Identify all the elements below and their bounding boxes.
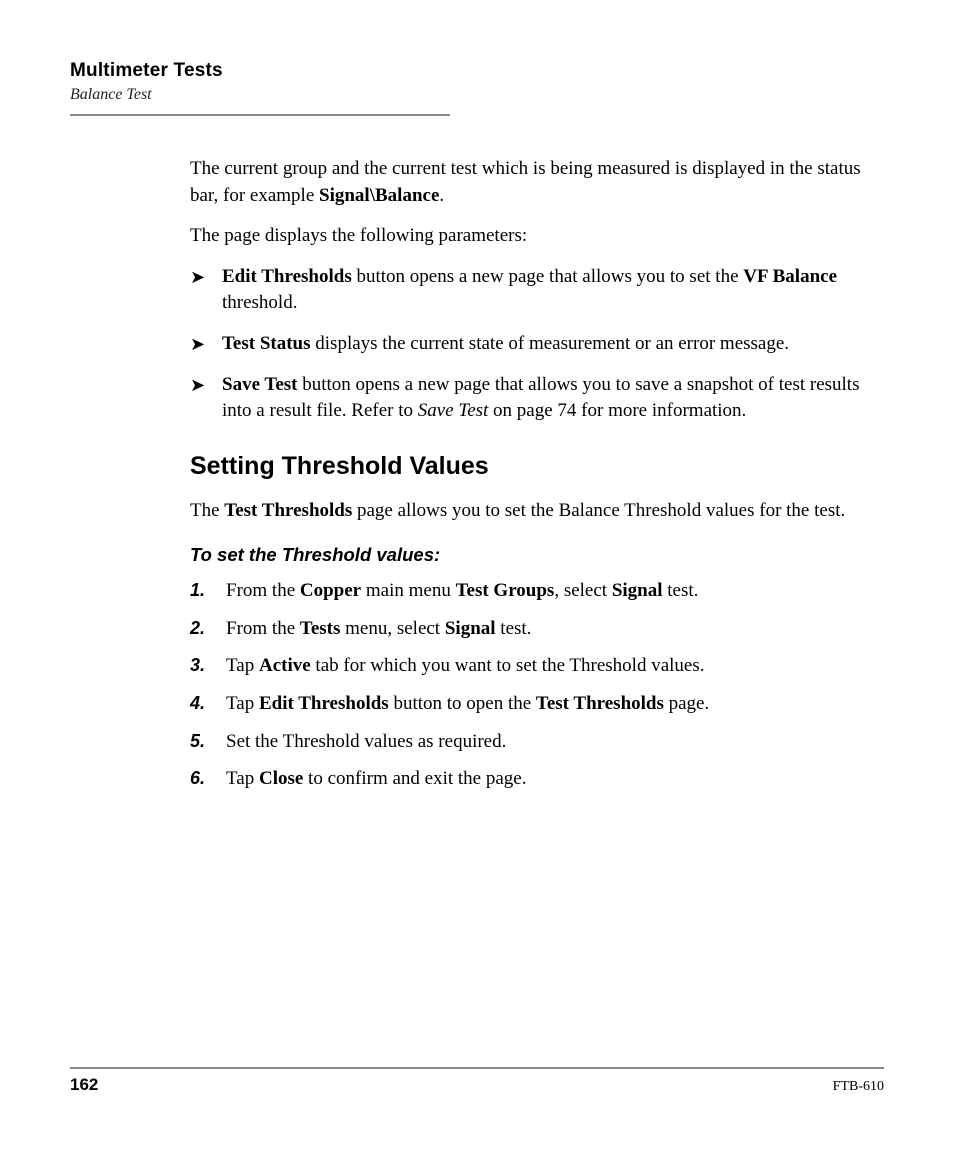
subsection-title: Balance Test [70, 86, 884, 104]
text: The current group and the current test w… [190, 158, 861, 206]
text: main menu [361, 580, 455, 601]
step-number: 6. [190, 766, 205, 791]
footer-row: 162 FTB-610 [70, 1075, 884, 1095]
step-item: 4. Tap Edit Thresholds button to open th… [190, 691, 874, 718]
text: to confirm and exit the page. [303, 768, 526, 789]
step-item: 5. Set the Threshold values as required. [190, 729, 874, 756]
bullet-item: ➤ Edit Thresholds button opens a new pag… [190, 264, 874, 317]
bold-text: Active [259, 655, 311, 676]
text: Tap [226, 693, 259, 714]
document-id: FTB-610 [833, 1079, 884, 1095]
intro-paragraph-2: The page displays the following paramete… [190, 223, 874, 250]
step-number: 1. [190, 578, 205, 603]
bold-text: Signal\Balance [319, 185, 439, 206]
text: Tap [226, 655, 259, 676]
text: test. [663, 580, 699, 601]
header-rule [70, 114, 450, 116]
bold-text: VF Balance [743, 266, 837, 287]
text: tab for which you want to set the Thresh… [311, 655, 705, 676]
text: displays the current state of measuremen… [311, 333, 790, 354]
intro-paragraph-1: The current group and the current test w… [190, 156, 874, 209]
text: , select [554, 580, 612, 601]
text: threshold. [222, 292, 297, 313]
text: on page 74 for more information. [488, 400, 746, 421]
bold-text: Tests [300, 618, 340, 639]
page-footer: 162 FTB-610 [70, 1067, 884, 1095]
step-item: 2. From the Tests menu, select Signal te… [190, 616, 874, 643]
section-description: The Test Thresholds page allows you to s… [190, 498, 874, 525]
step-item: 6. Tap Close to confirm and exit the pag… [190, 766, 874, 793]
page-number: 162 [70, 1075, 98, 1095]
bullet-list: ➤ Edit Thresholds button opens a new pag… [190, 264, 874, 425]
bold-text: Signal [612, 580, 663, 601]
step-number: 2. [190, 616, 205, 641]
body-content: The current group and the current test w… [190, 156, 874, 793]
text: Tap [226, 768, 259, 789]
bold-text: Test Status [222, 333, 311, 354]
italic-text: Save Test [418, 400, 489, 421]
text: test. [496, 618, 532, 639]
footer-rule [70, 1067, 884, 1069]
text: . [439, 185, 444, 206]
page: Multimeter Tests Balance Test The curren… [0, 0, 954, 1159]
bold-text: Test Thresholds [536, 693, 664, 714]
text: Set the Threshold values as required. [226, 731, 506, 752]
text: menu, select [340, 618, 444, 639]
task-heading: To set the Threshold values: [190, 542, 874, 568]
step-number: 4. [190, 691, 205, 716]
text: button opens a new page that allows you … [352, 266, 744, 287]
bold-text: Edit Thresholds [259, 693, 389, 714]
step-list: 1. From the Copper main menu Test Groups… [190, 578, 874, 793]
text: button to open the [389, 693, 536, 714]
text: page. [664, 693, 709, 714]
bullet-arrow-icon: ➤ [190, 376, 205, 394]
bold-text: Save Test [222, 374, 298, 395]
bullet-arrow-icon: ➤ [190, 335, 205, 353]
bold-text: Edit Thresholds [222, 266, 352, 287]
text: The [190, 500, 224, 521]
step-number: 3. [190, 653, 205, 678]
bold-text: Close [259, 768, 303, 789]
section-heading: Setting Threshold Values [190, 449, 874, 484]
bold-text: Signal [445, 618, 496, 639]
bullet-arrow-icon: ➤ [190, 268, 205, 286]
step-item: 1. From the Copper main menu Test Groups… [190, 578, 874, 605]
text: From the [226, 618, 300, 639]
bullet-item: ➤ Test Status displays the current state… [190, 331, 874, 358]
bold-text: Test Thresholds [224, 500, 352, 521]
step-item: 3. Tap Active tab for which you want to … [190, 653, 874, 680]
chapter-title: Multimeter Tests [70, 60, 884, 82]
bold-text: Copper [300, 580, 361, 601]
bold-text: Test Groups [456, 580, 555, 601]
text: From the [226, 580, 300, 601]
step-number: 5. [190, 729, 205, 754]
text: page allows you to set the Balance Thres… [352, 500, 845, 521]
bullet-item: ➤ Save Test button opens a new page that… [190, 372, 874, 425]
